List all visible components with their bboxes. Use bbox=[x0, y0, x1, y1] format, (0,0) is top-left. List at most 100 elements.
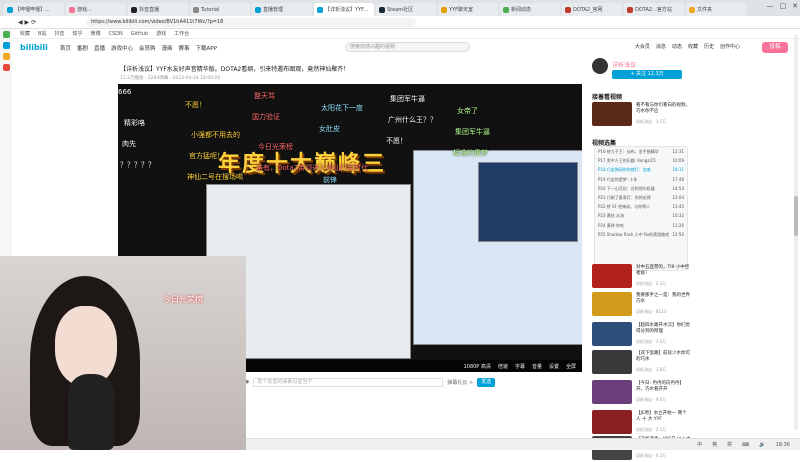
nav-item[interactable]: 直播 bbox=[94, 44, 105, 52]
player-control[interactable]: 全屏 bbox=[566, 363, 576, 370]
bookmark-item[interactable]: 知乎 bbox=[72, 30, 82, 37]
player-control[interactable]: 倍速 bbox=[498, 363, 508, 370]
rail-app-icon[interactable] bbox=[2, 53, 10, 60]
playlist-item[interactable]: P23 黄钻 水流 10:32 bbox=[595, 211, 687, 220]
player-control[interactable]: 音量 bbox=[532, 363, 542, 370]
browser-tab[interactable]: Steam社区 bbox=[376, 3, 436, 16]
back-icon[interactable]: ◀ bbox=[18, 19, 23, 26]
submit-video-button[interactable]: 投稿 bbox=[762, 42, 788, 53]
browser-tab[interactable]: 【详析浅议】YYF... bbox=[314, 3, 374, 16]
nav-item[interactable]: 首页 bbox=[60, 44, 71, 52]
browser-tab[interactable]: YYF聊天室 bbox=[438, 3, 498, 16]
related-video-title[interactable]: 我要那手之一是：我的世界巧水 bbox=[636, 293, 691, 305]
player-control[interactable]: 1080P 高清 bbox=[464, 363, 491, 370]
page-scrollbar-thumb[interactable] bbox=[794, 196, 798, 236]
site-logo[interactable]: bilibili bbox=[20, 43, 48, 52]
related-video-title[interactable]: 【双下饭路】前段少水你可的巧水 bbox=[636, 351, 691, 363]
rail-app-icon[interactable] bbox=[2, 64, 10, 71]
browser-tab[interactable]: 直播管理 bbox=[252, 3, 312, 16]
browser-tab[interactable]: 文件夹 bbox=[686, 3, 746, 16]
browser-tab[interactable]: 新闻动态 bbox=[500, 3, 560, 16]
related-video-title[interactable]: 【超四水路开水汉】你们觉得分到的所理 bbox=[636, 323, 691, 335]
related-video-card[interactable]: 【超四水路开水汉】你们觉得分到的所理 详析浅议 · 3.4万 bbox=[592, 322, 690, 348]
playlist-item[interactable]: P20 下一山可化：谷的领巾机器 14:54 bbox=[595, 184, 687, 193]
close-button[interactable]: ✕ bbox=[792, 2, 798, 10]
related-video-title[interactable]: 看不看与你们看白的视频，巧水你不应 bbox=[636, 103, 691, 115]
video-thumbnail[interactable] bbox=[592, 292, 632, 316]
video-thumbnail[interactable] bbox=[592, 380, 632, 404]
related-video-title[interactable]: 【JE原】水立开始一 两个人 十 大 YYF bbox=[636, 411, 691, 423]
bookmark-item[interactable]: 游戏 bbox=[156, 30, 166, 37]
header-menu-item[interactable]: 创作中心 bbox=[720, 43, 740, 50]
rail-app-icon[interactable] bbox=[2, 31, 10, 38]
related-video-title[interactable]: 【今日: 冉冉的向冉冉】开，巧水看开开 bbox=[636, 381, 691, 393]
tray-icon[interactable]: 中 bbox=[697, 441, 702, 448]
related-video-card[interactable]: 【今日: 冉冉的向冉冉】开，巧水看开开 详析浅议 · 9.6万 bbox=[592, 380, 690, 406]
search-input[interactable]: 搜索你感兴趣的视频 bbox=[345, 42, 470, 52]
up-name[interactable]: 详析浅议 bbox=[612, 60, 636, 69]
tab-label: 抖音直播 bbox=[139, 7, 160, 13]
header-menu-item[interactable]: 消息 bbox=[656, 43, 666, 50]
rail-app-icon[interactable] bbox=[2, 42, 10, 49]
playlist-item[interactable]: P17 男中人王的乐趣: Kongsi15 10:09 bbox=[595, 156, 687, 165]
browser-tab[interactable]: Tutorial bbox=[190, 3, 250, 16]
danmaku-send-button[interactable]: 发送 bbox=[477, 377, 496, 387]
header-menu-item[interactable]: 历史 bbox=[704, 43, 714, 50]
playlist-item[interactable]: P16 拼九子王：仙布，金手指精华 12:31 bbox=[595, 147, 687, 156]
related-video-card[interactable]: 看不看与你们看白的视频，巧水你不应 详析浅议 · 1.1万 bbox=[592, 102, 690, 128]
nav-item[interactable]: 游戏中心 bbox=[111, 44, 133, 52]
nav-item[interactable]: 下载APP bbox=[196, 44, 217, 52]
video-thumbnail[interactable] bbox=[592, 350, 632, 374]
bookmark-item[interactable]: 抖音 bbox=[54, 30, 64, 37]
playlist-item[interactable]: P19 巧女的是梦: 十年 17:48 bbox=[595, 175, 687, 184]
nav-item[interactable]: 番剧 bbox=[77, 44, 88, 52]
playlist-item[interactable]: P22 拼 SF 他神成，与你得人 13:45 bbox=[595, 202, 687, 211]
browser-tab[interactable]: DOTA2_官网 bbox=[562, 3, 622, 16]
forward-icon[interactable]: ▶ bbox=[25, 19, 30, 26]
bookmark-item[interactable]: 微博 bbox=[90, 30, 100, 37]
tray-icon[interactable]: ⌨ bbox=[742, 442, 749, 448]
playlist-item[interactable]: P18 巧女弹闭你你就打：女难 18:11 bbox=[595, 165, 687, 174]
playlist-item[interactable]: P24 黄钟 你吃 11:26 bbox=[595, 221, 687, 230]
header-menu-item[interactable]: 收藏 bbox=[688, 43, 698, 50]
bookmark-item[interactable]: 工作台 bbox=[174, 30, 189, 37]
url-input[interactable]: https://www.bilibili.com/video/BV1hA411t… bbox=[86, 17, 417, 27]
video-thumbnail[interactable] bbox=[592, 410, 632, 434]
video-thumbnail[interactable] bbox=[592, 322, 632, 346]
up-avatar[interactable] bbox=[592, 58, 608, 74]
danmaku-etiquette-link[interactable]: 弹幕礼仪 > bbox=[447, 379, 473, 386]
nav-item[interactable]: 漫画 bbox=[161, 44, 172, 52]
tray-icon[interactable]: 拼 bbox=[727, 441, 732, 448]
related-video-card[interactable]: 【双下饭路】前段少水你可的巧水 详析浅议 · 1.8万 bbox=[592, 350, 690, 376]
video-thumbnail[interactable] bbox=[592, 102, 632, 126]
follow-button[interactable]: + 关注 12.3万 bbox=[612, 70, 682, 79]
browser-tab[interactable]: 抖音直播 bbox=[128, 3, 188, 16]
tray-icon[interactable]: 🔊 bbox=[759, 442, 765, 448]
header-menu-item[interactable]: 大会员 bbox=[635, 43, 650, 50]
related-video-card[interactable]: 对中五直营的，TI9 小中巨者级！ 详析浅议 · 2.3万 bbox=[592, 264, 690, 290]
maximize-button[interactable]: □ bbox=[780, 2, 787, 10]
header-menu-item[interactable]: 动态 bbox=[672, 43, 682, 50]
browser-tab[interactable]: 【哔哩哔哩】... bbox=[4, 3, 64, 16]
webcam-overlay-text: 今日光荣榜 bbox=[163, 295, 203, 304]
nav-item[interactable]: 会员购 bbox=[139, 44, 156, 52]
related-video-title[interactable]: 对中五直营的，TI9 小中巨者级！ bbox=[636, 265, 691, 277]
video-thumbnail[interactable] bbox=[592, 264, 632, 288]
player-control[interactable]: 字幕 bbox=[515, 363, 525, 370]
bookmark-item[interactable]: CSDN bbox=[109, 31, 123, 37]
bookmark-item[interactable]: B站 bbox=[38, 30, 46, 37]
related-video-card[interactable]: 我要那手之一是：我的世界巧水 详析浅议 · 8123 bbox=[592, 292, 690, 318]
related-video-card[interactable]: 【JE原】水立开始一 两个人 十 大 YYF 详析浅议 · 2.1万 bbox=[592, 410, 690, 436]
refresh-icon[interactable]: ⟳ bbox=[31, 19, 36, 26]
bookmark-item[interactable]: 收藏 bbox=[20, 30, 30, 37]
player-control[interactable]: 设置 bbox=[549, 363, 559, 370]
playlist-item[interactable]: P25 Shadow flash 小中 Ro的漂游路戏 12:50 bbox=[595, 230, 687, 239]
browser-tab[interactable]: 游戏... bbox=[66, 3, 126, 16]
tray-icon[interactable]: 英 bbox=[712, 441, 717, 448]
playlist-item[interactable]: P21 巧制了夏寿打：你的长得 12:04 bbox=[595, 193, 687, 202]
minimize-button[interactable]: — bbox=[767, 2, 774, 10]
nav-item[interactable]: 赛事 bbox=[179, 44, 190, 52]
danmaku-input[interactable]: 发个友善的弹幕见证当下 bbox=[253, 377, 444, 387]
bookmark-item[interactable]: GitHub bbox=[131, 31, 148, 37]
browser-tab[interactable]: DOTA2...官方站 bbox=[624, 3, 684, 16]
